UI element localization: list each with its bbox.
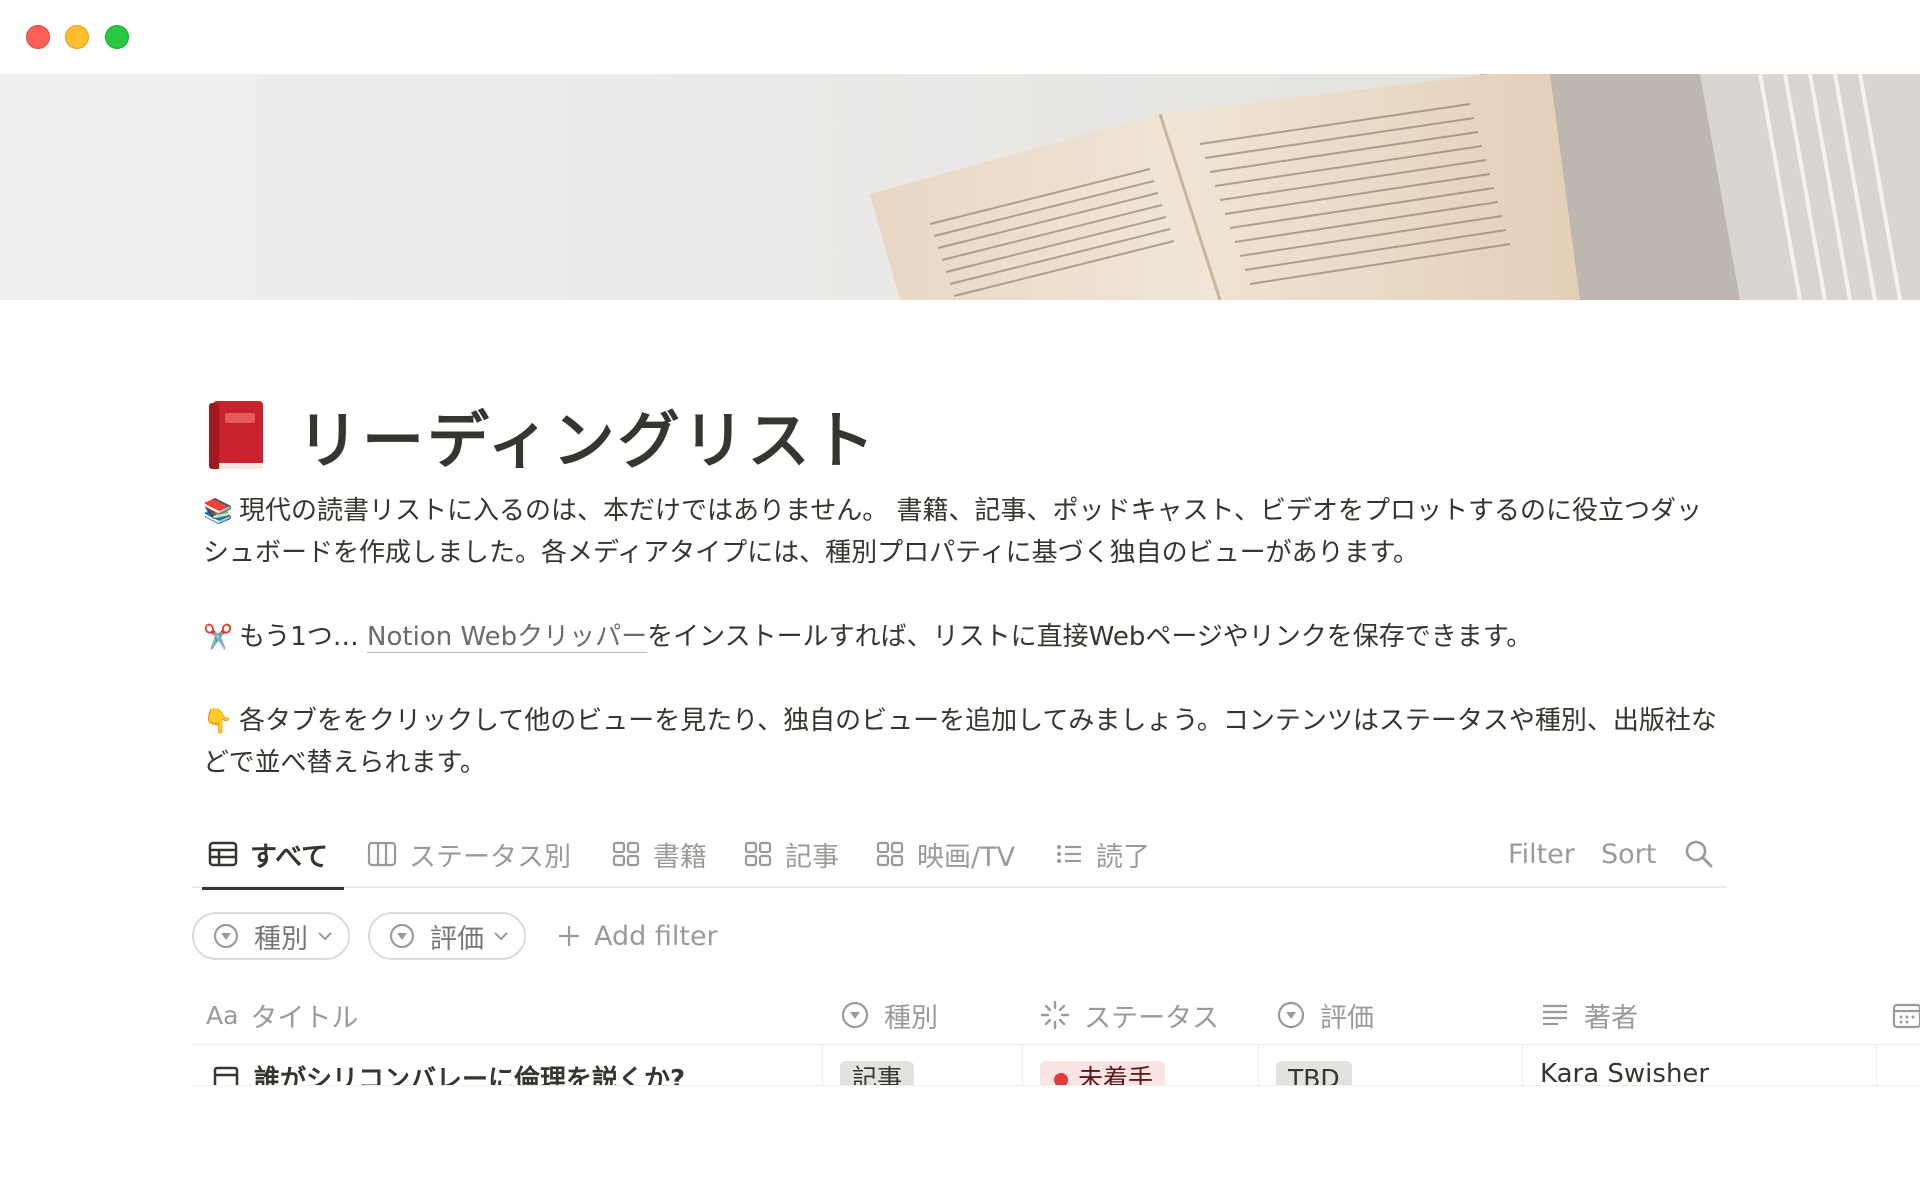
column-header-status-label: ステータス	[1084, 1002, 1219, 1034]
books-icon: 📚	[203, 497, 233, 525]
description-paragraph-3: 👇 各タブををクリックして他のビューを見たり、独自のビューを追加してみましょう。コ…	[203, 700, 1723, 784]
gallery-icon	[744, 841, 772, 867]
row-rating-tag[interactable]: TBD	[1276, 1061, 1352, 1085]
select-property-icon	[389, 923, 415, 949]
filter-chip-rating-label: 評価	[430, 923, 484, 955]
description-text-1: 現代の読書リストに入るのは、本だけではありません。 書籍、記事、ポッドキャスト、…	[203, 496, 1702, 568]
table-row[interactable]: 誰がシリコンバレーに倫理を説くか? 記事 未着手 TBD Kara Swishe…	[192, 1045, 1920, 1085]
tab-books[interactable]: 書籍	[611, 820, 707, 888]
column-header-rating-label: 評価	[1320, 1002, 1374, 1034]
gallery-icon	[612, 841, 640, 867]
chevron-down-icon	[318, 932, 332, 941]
column-header-type-label: 種別	[884, 1002, 938, 1034]
row-title[interactable]: 誰がシリコンバレーに倫理を説くか?	[254, 1059, 685, 1085]
search-icon	[1685, 840, 1713, 868]
viewport-clip-line	[192, 1085, 1920, 1086]
status-dot	[1054, 1073, 1068, 1085]
tab-by-status-label: ステータス別	[409, 841, 571, 873]
column-header-rating[interactable]: 評価	[1276, 985, 1374, 1045]
description-paragraph-1: 📚 現代の読書リストに入るのは、本だけではありません。 書籍、記事、ポッドキャスト…	[203, 490, 1723, 574]
table-header: Aa タイトル 種別 ステータス 評価 著者	[192, 985, 1920, 1045]
red-book-icon[interactable]	[205, 397, 269, 473]
column-header-author[interactable]: 著者	[1540, 985, 1638, 1045]
table-icon	[208, 841, 238, 867]
tab-articles[interactable]: 記事	[743, 820, 839, 888]
page-description: 📚 現代の読書リストに入るのは、本だけではありません。 書籍、記事、ポッドキャスト…	[203, 490, 1723, 784]
column-header-title[interactable]: Aa タイトル	[206, 985, 358, 1045]
tab-all[interactable]: すべて	[201, 820, 345, 890]
gallery-icon	[876, 841, 904, 867]
status-property-icon	[1040, 1000, 1070, 1030]
tab-books-label: 書籍	[653, 841, 707, 873]
column-header-date[interactable]	[1892, 985, 1920, 1045]
tab-movies-tv[interactable]: 映画/TV	[875, 820, 1015, 888]
text-property-icon	[1543, 1004, 1567, 1026]
pointing-down-icon: 👇	[203, 707, 233, 735]
window-titlebar	[0, 0, 1920, 74]
tab-finished-label: 読了	[1096, 841, 1150, 873]
filter-button[interactable]: Filter	[1508, 820, 1575, 888]
row-type-tag[interactable]: 記事	[840, 1061, 915, 1085]
database-view-tabs: すべて ステータス別 書籍 記事 映画/TV 読了 Filter Sort	[192, 820, 1727, 890]
tab-finished[interactable]: 読了	[1054, 820, 1150, 888]
select-property-icon	[841, 1001, 869, 1029]
open-book-illustration	[870, 74, 1920, 300]
list-icon	[1057, 845, 1081, 863]
tab-movies-tv-label: 映画/TV	[917, 841, 1016, 873]
scissors-icon: ✂️	[203, 623, 233, 651]
filter-chip-type[interactable]: 種別	[192, 912, 350, 960]
zoom-window-button[interactable]	[105, 25, 129, 49]
description-paragraph-2: ✂️ もう1つ… Notion Webクリッパーをインストールすれば、リストに直接…	[203, 616, 1723, 658]
page-icon	[213, 1066, 239, 1085]
row-status-label: 未着手	[1078, 1064, 1154, 1085]
row-status-tag[interactable]: 未着手	[1040, 1061, 1166, 1085]
column-header-type[interactable]: 種別	[840, 985, 938, 1045]
page-title[interactable]: リーディングリスト	[297, 390, 878, 480]
minimize-window-button[interactable]	[65, 25, 89, 49]
column-header-author-label: 著者	[1584, 1002, 1638, 1034]
add-filter-label: Add filter	[594, 920, 718, 952]
description-text-2-prefix: もう1つ…	[239, 622, 368, 652]
row-author[interactable]: Kara Swisher	[1540, 1059, 1709, 1085]
select-property-icon	[1277, 1001, 1305, 1029]
plus-icon	[559, 926, 579, 946]
select-property-icon	[213, 923, 239, 949]
add-filter-button[interactable]: Add filter	[556, 912, 718, 960]
text-type-icon: Aa	[206, 1000, 239, 1030]
tab-by-status[interactable]: ステータス別	[367, 820, 571, 888]
chevron-down-icon	[494, 932, 508, 941]
sort-button[interactable]: Sort	[1601, 820, 1656, 888]
calendar-icon	[1892, 1003, 1920, 1029]
search-button[interactable]	[1684, 820, 1714, 888]
tab-all-label: すべて	[250, 841, 329, 873]
close-window-button[interactable]	[26, 25, 50, 49]
column-header-title-label: タイトル	[250, 1002, 359, 1034]
cover-image[interactable]	[0, 74, 1920, 300]
page-content: リーディングリスト 📚 現代の読書リストに入るのは、本だけではありません。 書籍、…	[203, 380, 1723, 784]
column-header-status[interactable]: ステータス	[1040, 985, 1219, 1045]
web-clipper-link[interactable]: Notion Webクリッパー	[367, 622, 648, 653]
board-icon	[367, 841, 397, 867]
tab-articles-label: 記事	[785, 841, 839, 873]
filter-chip-type-label: 種別	[254, 923, 308, 955]
filter-chip-rating[interactable]: 評価	[368, 912, 526, 960]
description-text-3: 各タブををクリックして他のビューを見たり、独自のビューを追加してみましょう。コン…	[203, 706, 1717, 778]
page-header: リーディングリスト	[203, 380, 1723, 490]
description-text-2-suffix: をインストールすれば、リストに直接Webページやリンクを保存できます。	[647, 622, 1533, 652]
